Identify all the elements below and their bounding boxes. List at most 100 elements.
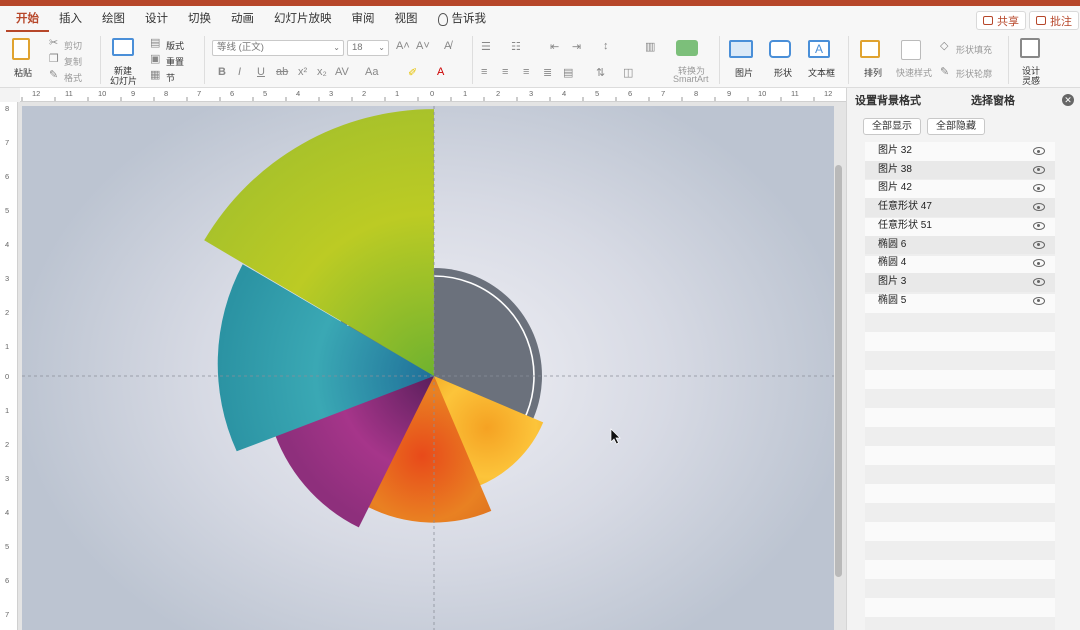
tab-selection-pane[interactable]: 选择窗格 xyxy=(971,92,1015,108)
eye-icon[interactable] xyxy=(1033,184,1045,193)
shape-outline-label[interactable]: 形状轮廓 xyxy=(956,67,992,80)
vertical-scrollbar[interactable] xyxy=(835,165,842,577)
layout-icon[interactable]: ▤ xyxy=(150,36,160,49)
copy-label[interactable]: 复制 xyxy=(64,55,82,68)
columns-icon[interactable]: ▥ xyxy=(645,40,655,53)
list-item[interactable]: 椭圆 6 xyxy=(865,235,1055,255)
underline-icon[interactable]: U xyxy=(257,66,265,78)
align-center-icon[interactable]: ≡ xyxy=(502,66,508,78)
list-item[interactable]: 图片 3 xyxy=(865,272,1055,292)
close-icon[interactable]: ✕ xyxy=(1062,94,1074,106)
smartart-icon[interactable] xyxy=(676,40,698,56)
tab-slideshow[interactable]: 幻灯片放映 xyxy=(264,6,342,32)
distribute-icon[interactable]: ▤ xyxy=(563,66,573,79)
align-right-icon[interactable]: ≡ xyxy=(523,66,529,78)
textbox-label[interactable]: 文本框 xyxy=(808,66,835,79)
arrange-label[interactable]: 排列 xyxy=(864,66,882,79)
list-item[interactable]: 图片 42 xyxy=(865,179,1055,198)
list-item[interactable]: 图片 38 xyxy=(865,160,1055,180)
superscript-icon[interactable]: x² xyxy=(298,66,307,78)
paste-icon[interactable] xyxy=(12,38,30,60)
list-item[interactable]: 椭圆 4 xyxy=(865,254,1055,273)
shrink-font-icon[interactable]: A˅ xyxy=(416,40,430,52)
eye-icon[interactable] xyxy=(1033,147,1045,155)
eye-icon[interactable] xyxy=(1033,221,1045,230)
show-all-button[interactable]: 全部显示 xyxy=(863,118,921,135)
bullets-icon[interactable]: ☰ xyxy=(481,40,491,53)
share-button[interactable]: 共享 xyxy=(976,11,1026,30)
tab-home[interactable]: 开始 xyxy=(6,6,49,32)
new-slide-label-2[interactable]: 幻灯片 xyxy=(110,74,137,87)
slide-canvas[interactable] xyxy=(18,102,846,630)
tab-format-background[interactable]: 设置背景格式 xyxy=(855,92,921,108)
strikethrough-icon[interactable]: ab xyxy=(276,66,288,78)
comment-button[interactable]: 批注 xyxy=(1029,11,1079,30)
align-left-icon[interactable]: ≡ xyxy=(481,66,487,78)
font-size-field[interactable]: 18 ⌄ xyxy=(347,40,389,56)
format-painter-icon[interactable]: ✎ xyxy=(49,68,58,81)
slide[interactable] xyxy=(22,106,834,630)
shape-icon[interactable] xyxy=(769,40,791,58)
new-slide-icon[interactable] xyxy=(112,38,134,56)
quick-styles-label[interactable]: 快速样式 xyxy=(896,66,932,79)
reset-icon[interactable]: ▣ xyxy=(150,52,160,65)
eye-icon[interactable] xyxy=(1033,259,1045,268)
textbox-icon[interactable]: A xyxy=(808,40,830,58)
increase-indent-icon[interactable]: ⇥ xyxy=(572,40,581,53)
shape-label[interactable]: 形状 xyxy=(774,66,792,79)
pen-icon[interactable]: ✎ xyxy=(940,65,949,78)
bold-icon[interactable]: B xyxy=(218,66,226,78)
tab-design[interactable]: 设计 xyxy=(135,6,178,32)
clear-format-icon[interactable]: A̸ xyxy=(444,40,451,52)
italic-icon[interactable]: I xyxy=(238,66,241,78)
cut-label[interactable]: 剪切 xyxy=(64,39,82,52)
tab-review[interactable]: 审阅 xyxy=(342,6,385,32)
section-label[interactable]: 节 xyxy=(166,71,175,84)
scissors-icon[interactable]: ✂ xyxy=(49,36,58,49)
picture-icon[interactable] xyxy=(729,40,753,58)
change-case-icon[interactable]: Aa xyxy=(365,66,378,78)
align-text-icon[interactable]: ◫ xyxy=(623,66,633,79)
line-spacing-icon[interactable]: ↕ xyxy=(603,40,609,52)
list-item[interactable]: 任意形状 47 xyxy=(865,198,1055,217)
grow-font-icon[interactable]: A˄ xyxy=(396,40,410,52)
quick-styles-icon[interactable] xyxy=(901,40,921,60)
tab-draw[interactable]: 绘图 xyxy=(92,6,135,32)
eye-icon[interactable] xyxy=(1033,296,1045,305)
layout-label[interactable]: 版式 xyxy=(166,39,184,52)
tab-animations[interactable]: 动画 xyxy=(221,6,264,32)
subscript-icon[interactable]: x₂ xyxy=(317,66,327,78)
decrease-indent-icon[interactable]: ⇤ xyxy=(550,40,559,53)
eye-icon[interactable] xyxy=(1033,165,1045,174)
font-name-field[interactable]: 等线 (正文) ⌄ xyxy=(212,40,344,56)
justify-icon[interactable]: ≣ xyxy=(543,66,552,79)
arrange-icon[interactable] xyxy=(860,40,880,58)
tab-view[interactable]: 视图 xyxy=(385,6,428,32)
numbering-icon[interactable]: ☷ xyxy=(511,40,521,53)
hide-all-button[interactable]: 全部隐藏 xyxy=(927,118,985,135)
eye-icon[interactable] xyxy=(1033,277,1045,286)
eye-icon[interactable] xyxy=(1033,240,1045,249)
paste-label[interactable]: 粘贴 xyxy=(14,66,32,79)
paint-bucket-icon[interactable]: ◇ xyxy=(940,39,948,52)
tell-me[interactable]: 告诉我 xyxy=(428,6,497,32)
tab-insert[interactable]: 插入 xyxy=(49,6,92,32)
tab-transitions[interactable]: 切换 xyxy=(178,6,221,32)
copy-icon[interactable]: ❐ xyxy=(49,52,59,65)
reset-label[interactable]: 重置 xyxy=(166,55,184,68)
picture-label[interactable]: 图片 xyxy=(735,66,753,79)
font-color-icon[interactable]: A xyxy=(437,66,444,78)
convert-label-2[interactable]: SmartArt xyxy=(673,74,709,84)
char-spacing-icon[interactable]: AV xyxy=(335,66,349,78)
designer-label-2[interactable]: 灵感 xyxy=(1022,74,1040,87)
shape-fill-label[interactable]: 形状填充 xyxy=(956,43,992,56)
list-item[interactable]: 图片 32 xyxy=(865,142,1055,161)
text-direction-icon[interactable]: ⇅ xyxy=(596,66,605,79)
highlight-icon[interactable]: ✐ xyxy=(408,66,417,79)
section-icon[interactable]: ▦ xyxy=(150,68,160,81)
list-item[interactable]: 椭圆 5 xyxy=(865,292,1055,311)
list-item[interactable]: 任意形状 51 xyxy=(865,217,1055,236)
designer-icon[interactable] xyxy=(1020,38,1040,58)
eye-icon[interactable] xyxy=(1033,203,1045,212)
format-label[interactable]: 格式 xyxy=(64,71,82,84)
